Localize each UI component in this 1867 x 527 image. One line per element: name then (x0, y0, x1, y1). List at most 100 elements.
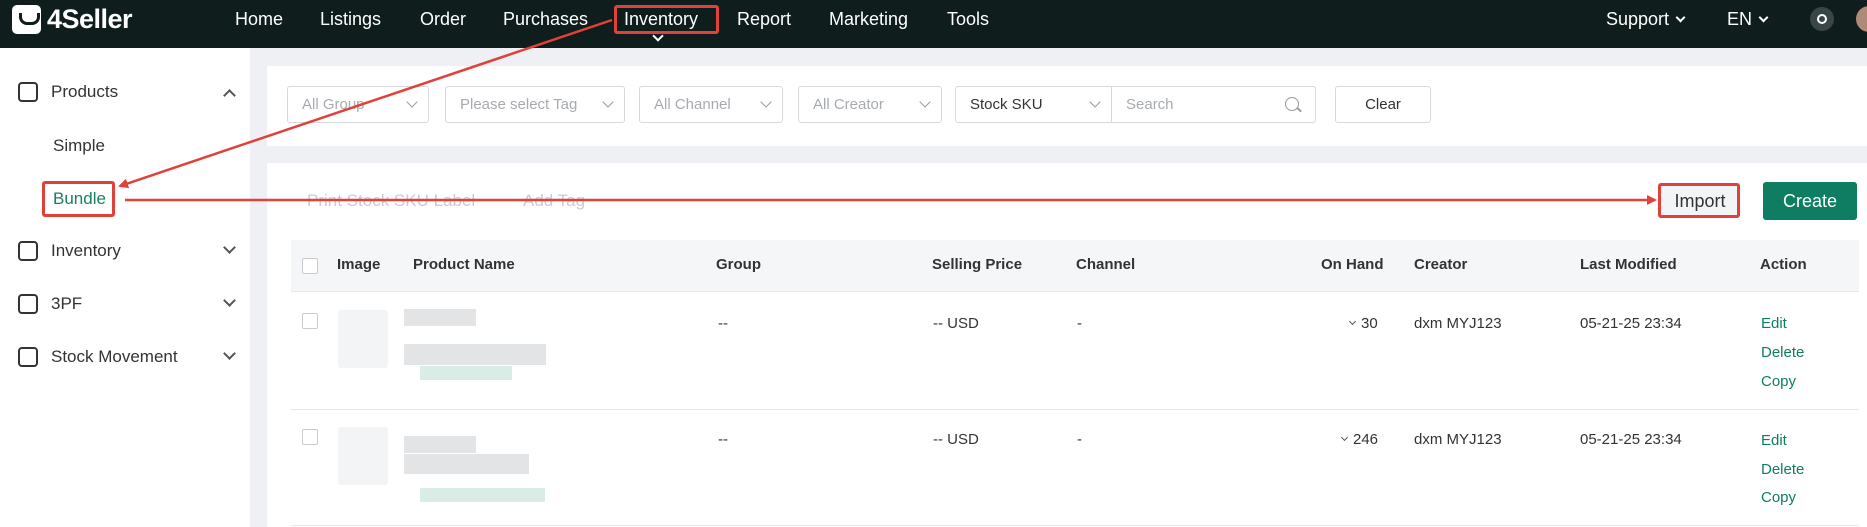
chevron-down-icon (1758, 12, 1769, 23)
nav-listings[interactable]: Listings (320, 0, 381, 38)
row-checkbox[interactable] (302, 429, 318, 445)
on-hand-value: 246 (1353, 431, 1379, 448)
support-menu[interactable]: Support (1606, 0, 1686, 38)
product-image[interactable] (338, 427, 388, 485)
row-last-modified: 05-21-25 23:34 (1580, 431, 1682, 448)
sidebar-item-label: Products (51, 82, 119, 101)
avatar[interactable] (1856, 6, 1867, 32)
tag-select-value: Please select Tag (460, 96, 578, 113)
column-header-creator: Creator (1414, 256, 1468, 273)
search-type-value: Stock SKU (970, 96, 1043, 113)
annotation-highlight-import (1658, 183, 1740, 218)
row-divider (291, 409, 1859, 410)
row-on-hand[interactable]: 30 (1348, 315, 1378, 332)
warehouse-icon (18, 294, 38, 314)
nav-home[interactable]: Home (235, 0, 283, 38)
column-header-image: Image (337, 256, 381, 273)
channel-select-value: All Channel (654, 96, 731, 113)
delete-link[interactable]: Delete (1761, 344, 1804, 361)
edit-link[interactable]: Edit (1761, 432, 1787, 449)
chevron-down-icon (1348, 317, 1357, 326)
column-header-group: Group (716, 256, 761, 273)
row-on-hand[interactable]: 246 (1340, 431, 1379, 448)
select-all-checkbox[interactable] (302, 258, 318, 274)
chevron-down-icon (223, 347, 236, 360)
row-selling-price: -- USD (933, 315, 979, 332)
sidebar-item-stock-movement[interactable]: Stock Movement (0, 337, 250, 377)
nav-tools[interactable]: Tools (947, 0, 989, 38)
search-input[interactable]: Search (1112, 86, 1316, 123)
column-header-action: Action (1760, 256, 1807, 273)
search-placeholder: Search (1126, 96, 1174, 113)
row-creator: dxm MYJ123 (1414, 315, 1502, 332)
tag-select[interactable]: Please select Tag (445, 86, 625, 123)
inventory-icon (18, 241, 38, 261)
annotation-highlight-inventory (614, 5, 719, 34)
column-header-selling-price: Selling Price (932, 256, 1023, 273)
row-group: -- (718, 315, 728, 332)
sidebar-item-products[interactable]: Products (0, 72, 250, 112)
group-select[interactable]: All Group (287, 86, 429, 123)
product-image[interactable] (338, 310, 388, 368)
row-last-modified: 05-21-25 23:34 (1580, 315, 1682, 332)
clear-button[interactable]: Clear (1335, 86, 1431, 123)
nav-report[interactable]: Report (737, 0, 791, 38)
chevron-down-icon (602, 96, 614, 108)
row-channel: - (1077, 315, 1082, 332)
copy-link[interactable]: Copy (1761, 373, 1796, 390)
creator-select[interactable]: All Creator (798, 86, 942, 123)
search-icon[interactable] (1285, 97, 1299, 111)
filter-bar: All Group Please select Tag All Channel … (267, 66, 1867, 146)
row-selling-price: -- USD (933, 431, 979, 448)
gear-icon[interactable] (1810, 7, 1834, 31)
chevron-down-icon (223, 294, 236, 307)
create-button[interactable]: Create (1763, 182, 1857, 220)
language-menu[interactable]: EN (1727, 0, 1769, 38)
chevron-down-icon (406, 96, 418, 108)
group-select-value: All Group (302, 96, 365, 113)
column-header-channel: Channel (1076, 256, 1136, 273)
search-type-select[interactable]: Stock SKU (955, 86, 1112, 123)
print-stock-sku-label-button[interactable]: Print Stock SKU Label (307, 191, 475, 211)
chevron-down-icon (1089, 96, 1101, 108)
sidebar-item-label: Stock Movement (51, 347, 178, 366)
chevron-down-icon (919, 96, 931, 108)
on-hand-value: 30 (1361, 315, 1378, 332)
delete-link[interactable]: Delete (1761, 461, 1804, 478)
row-divider (291, 525, 1859, 526)
chevron-down-icon (1675, 12, 1686, 23)
chevron-down-icon (760, 96, 772, 108)
chevron-down-icon (223, 241, 236, 254)
copy-link[interactable]: Copy (1761, 489, 1796, 506)
column-header-product-name: Product Name (413, 256, 515, 273)
row-creator: dxm MYJ123 (1414, 431, 1502, 448)
chevron-down-icon (1340, 433, 1349, 442)
support-label: Support (1606, 9, 1670, 29)
top-navigation-bar: 4Seller Home Listings Order Purchases In… (0, 0, 1867, 48)
annotation-highlight-bundle (42, 181, 115, 217)
stock-movement-icon (18, 347, 38, 367)
sidebar: Products Simple Bundle Inventory 3PF Sto… (0, 48, 250, 527)
sidebar-subitem-simple[interactable]: Simple (53, 136, 105, 156)
brand-logo[interactable]: 4Seller (12, 0, 133, 38)
channel-select[interactable]: All Channel (639, 86, 783, 123)
sidebar-item-3pf[interactable]: 3PF (0, 284, 250, 324)
column-header-last-modified: Last Modified (1580, 256, 1677, 273)
sidebar-item-inventory[interactable]: Inventory (0, 231, 250, 271)
logo-bag-icon (12, 4, 41, 34)
sidebar-item-label: Inventory (51, 241, 121, 260)
add-tag-button[interactable]: Add Tag (523, 191, 585, 211)
row-checkbox[interactable] (302, 313, 318, 329)
nav-purchases[interactable]: Purchases (503, 0, 588, 38)
nav-marketing[interactable]: Marketing (829, 0, 908, 38)
creator-select-value: All Creator (813, 96, 884, 113)
nav-order[interactable]: Order (420, 0, 466, 38)
sidebar-item-label: 3PF (51, 294, 83, 313)
chevron-up-icon (223, 89, 236, 102)
row-group: -- (718, 431, 728, 448)
column-header-on-hand: On Hand (1321, 256, 1384, 273)
language-label: EN (1727, 9, 1753, 29)
row-channel: - (1077, 431, 1082, 448)
brand-name: 4Seller (47, 3, 133, 34)
edit-link[interactable]: Edit (1761, 315, 1787, 332)
